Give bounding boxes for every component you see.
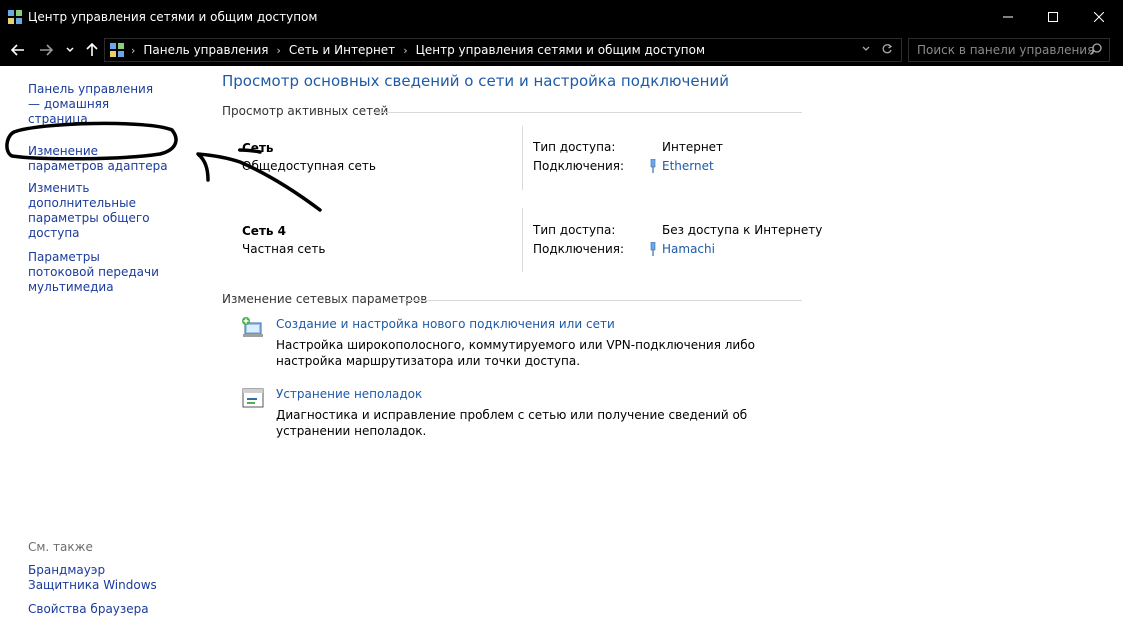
breadcrumb-network-internet[interactable]: Сеть и Интернет: [289, 43, 395, 57]
link-media-streaming-options[interactable]: Параметры потоковой передачи мультимедиа: [28, 250, 168, 295]
recent-locations-button[interactable]: [64, 40, 76, 60]
ethernet-link[interactable]: Ethernet: [662, 159, 714, 173]
task-pane: Панель управления — домашняя страница Из…: [28, 82, 198, 295]
search-icon[interactable]: [1089, 42, 1103, 56]
control-panel-icon: [110, 43, 124, 57]
address-bar[interactable]: › Панель управления › Сеть и Интернет › …: [104, 38, 902, 62]
minimize-button[interactable]: [985, 0, 1031, 34]
link-internet-options[interactable]: Свойства браузера: [28, 602, 198, 617]
network-divider: [522, 126, 523, 190]
page-title: Просмотр основных сведений о сети и наст…: [222, 72, 729, 90]
section-divider: [404, 300, 802, 301]
see-also-section: См. также Брандмауэр Защитника Windows С…: [28, 540, 198, 617]
refresh-icon: [882, 43, 893, 54]
chevron-down-icon: [862, 46, 870, 51]
see-also-label: См. также: [28, 540, 93, 554]
change-settings-header: Изменение сетевых параметров: [222, 292, 428, 306]
access-type-label: Тип доступа:: [533, 140, 616, 154]
troubleshoot-icon: [242, 388, 264, 408]
link-windows-firewall[interactable]: Брандмауэр Защитника Windows: [28, 563, 168, 593]
link-change-adapter-settings[interactable]: Изменение параметров адаптера: [28, 144, 173, 174]
forward-button[interactable]: [38, 40, 54, 60]
breadcrumb-control-panel[interactable]: Панель управления: [143, 43, 268, 57]
troubleshoot-description: Диагностика и исправление проблем с сеть…: [276, 408, 748, 438]
close-button[interactable]: [1076, 0, 1122, 34]
minimize-icon: [1003, 16, 1013, 18]
link-control-panel-home[interactable]: Панель управления — домашняя страница: [28, 82, 168, 127]
connections-label: Подключения:: [533, 242, 625, 256]
section-divider: [374, 112, 802, 113]
maximize-button[interactable]: [1030, 0, 1076, 34]
title-bar: Центр управления сетями и общим доступом: [0, 0, 1123, 34]
ethernet-icon: [650, 159, 656, 173]
access-type-value: Без доступа к Интернету: [662, 223, 823, 237]
network-name: Сеть: [242, 141, 274, 155]
search-placeholder: Поиск в панели управления: [917, 43, 1095, 57]
active-networks-header: Просмотр активных сетей: [222, 104, 389, 118]
network-name: Сеть 4: [242, 224, 287, 238]
window-title: Центр управления сетями и общим доступом: [28, 10, 318, 24]
access-type-value: Интернет: [662, 140, 724, 154]
access-type-label: Тип доступа:: [533, 223, 616, 237]
chevron-down-icon: [66, 47, 74, 53]
close-icon: [1094, 12, 1104, 22]
arrow-left-icon: [11, 44, 24, 56]
link-advanced-sharing-settings[interactable]: Изменить дополнительные параметры общего…: [28, 181, 188, 241]
arrow-right-icon: [40, 44, 53, 56]
up-button[interactable]: [84, 40, 100, 60]
refresh-button[interactable]: [881, 42, 893, 59]
breadcrumb: › Панель управления › Сеть и Интернет › …: [131, 43, 705, 57]
breadcrumb-network-center[interactable]: Центр управления сетями и общим доступом: [416, 43, 705, 57]
hamachi-link[interactable]: Hamachi: [662, 242, 715, 256]
new-connection-link[interactable]: Создание и настройка нового подключения …: [276, 317, 615, 331]
connections-label: Подключения:: [533, 159, 625, 173]
troubleshoot-link[interactable]: Устранение неполадок: [276, 387, 422, 401]
crumb-separator[interactable]: ›: [131, 44, 135, 57]
back-button[interactable]: [10, 40, 26, 60]
maximize-icon: [1048, 12, 1058, 22]
crumb-separator[interactable]: ›: [276, 44, 280, 57]
network-type: Частная сеть: [242, 242, 326, 256]
new-connection-icon: [242, 317, 263, 337]
ethernet-icon: [650, 242, 656, 256]
new-connection-description: Настройка широкополосного, коммутируемог…: [276, 338, 755, 368]
network-type: Общедоступная сеть: [242, 159, 376, 173]
network-center-icon: [8, 10, 22, 24]
arrow-up-icon: [86, 43, 98, 56]
crumb-separator[interactable]: ›: [403, 44, 407, 57]
address-dropdown-button[interactable]: [861, 42, 871, 59]
search-input[interactable]: Поиск в панели управления: [908, 38, 1110, 62]
network-divider: [522, 208, 523, 272]
